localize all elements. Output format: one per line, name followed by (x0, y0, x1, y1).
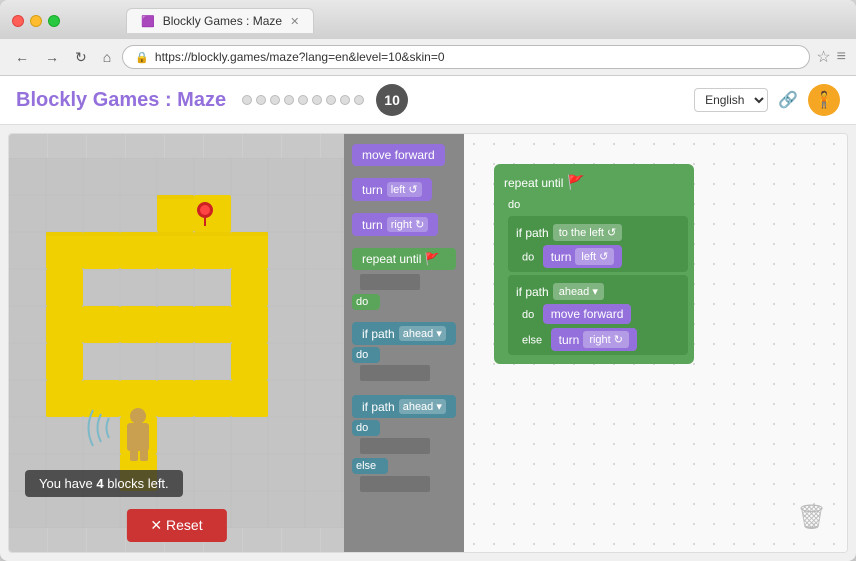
repeat-do-section: do if path to the left ↺ do turn (508, 195, 688, 355)
blocks-count: 4 (96, 476, 103, 491)
move-forward-label: move forward (551, 307, 624, 321)
turn-right-dropdown[interactable]: right ↻ (387, 217, 429, 232)
level-badge: 10 (376, 84, 408, 116)
toolbox-block-turn-right[interactable]: turn right ↻ (352, 213, 438, 236)
bookmark-icon[interactable]: ☆ (816, 47, 830, 67)
maze-panel: You have 4 blocks left. ✕ Reset (9, 134, 344, 552)
level-dot-4 (284, 95, 294, 105)
toolbox-block-move-forward[interactable]: move forward (352, 144, 445, 166)
else-slot (360, 476, 430, 492)
toolbox-repeat-until: repeat until 🚩 do (352, 248, 456, 310)
level-dot-3 (270, 95, 280, 105)
turn-right-else-action[interactable]: turn right ↻ (551, 328, 637, 351)
header-left: Blockly Games : Maze 10 (16, 84, 408, 116)
toolbox-if-path-2: if path ahead ▾ do else (352, 395, 456, 494)
window-controls: 🟪 Blockly Games : Maze ✕ (12, 8, 844, 33)
app-header: Blockly Games : Maze 10 English 🔗 🧍 (0, 76, 856, 125)
toolbox-do-label: do (352, 294, 380, 310)
if-path-ahead-row: if path ahead ▾ (512, 281, 684, 302)
forward-button[interactable]: → (40, 47, 64, 67)
if-do-slot-2 (360, 438, 430, 454)
level-dot-7 (326, 95, 336, 105)
home-button[interactable]: ⌂ (98, 47, 116, 67)
level-dot-8 (340, 95, 350, 105)
toolbox-move-forward: move forward (352, 144, 456, 166)
if-path-dropdown-2[interactable]: ahead ▾ (399, 399, 446, 414)
toolbox-block-repeat[interactable]: repeat until 🚩 (352, 248, 456, 270)
menu-icon[interactable]: ≡ (837, 48, 846, 66)
url-bar[interactable]: 🔒 https://blockly.games/maze?lang=en&lev… (122, 45, 810, 69)
tab-favicon: 🟪 (141, 15, 155, 28)
lock-icon: 🔒 (135, 51, 149, 64)
nav-bar: ← → ↻ ⌂ 🔒 https://blockly.games/maze?lan… (0, 39, 856, 76)
title-bar: 🟪 Blockly Games : Maze ✕ (0, 0, 856, 39)
toolbox-block-turn-left[interactable]: turn left ↺ (352, 178, 432, 201)
workspace-repeat-block: repeat until 🚩 do if path to the left ↺ (494, 164, 694, 364)
toolbox-if-do-label-2: do (352, 420, 380, 436)
move-forward-action[interactable]: move forward (543, 304, 632, 324)
if-do-slot (360, 365, 430, 381)
toolbox-if-do-label: do (352, 347, 380, 363)
tab-close-button[interactable]: ✕ (290, 15, 299, 28)
level-dot-1 (242, 95, 252, 105)
level-dot-5 (298, 95, 308, 105)
tabs-bar: 🟪 Blockly Games : Maze ✕ (126, 8, 314, 33)
refresh-button[interactable]: ↻ (70, 47, 92, 68)
blocks-left-text: You have 4 blocks left. (39, 476, 169, 491)
turn-right-ws-dropdown[interactable]: right ↻ (583, 331, 629, 348)
turn-left-ws-dropdown[interactable]: left ↺ (575, 248, 614, 265)
toolbox-block-if-path-1[interactable]: if path ahead ▾ (352, 322, 456, 345)
turn-left-dropdown[interactable]: left ↺ (387, 182, 422, 197)
if-ahead-else: else turn right ↻ (522, 328, 684, 351)
ahead-dropdown[interactable]: ahead ▾ (553, 283, 604, 300)
if-path-left-block: if path to the left ↺ do turn left ↺ (508, 216, 688, 272)
if-path-ahead-block: if path ahead ▾ do move forward else (508, 275, 688, 355)
repeat-header-row: repeat until 🚩 (500, 172, 688, 193)
toolbox-if-path-1: if path ahead ▾ do (352, 322, 456, 383)
if-path-left-row: if path to the left ↺ (512, 222, 684, 243)
repeat-do-slot (360, 274, 420, 290)
level-dot-6 (312, 95, 322, 105)
level-dot-2 (256, 95, 266, 105)
if-left-do: do turn left ↺ (522, 245, 684, 268)
url-text: https://blockly.games/maze?lang=en&level… (155, 50, 445, 64)
turn-left-action[interactable]: turn left ↺ (543, 245, 623, 268)
language-select[interactable]: English (694, 88, 768, 112)
goal-flag: 🚩 (567, 174, 584, 191)
app-title: Blockly Games : Maze (16, 89, 226, 112)
link-icon[interactable]: 🔗 (778, 90, 798, 110)
level-dots: 10 (242, 84, 408, 116)
main-content: You have 4 blocks left. ✕ Reset move for… (8, 133, 848, 553)
header-right: English 🔗 🧍 (694, 84, 840, 116)
toolbox-else-label: else (352, 458, 388, 474)
toolbox-turn-left: turn left ↺ (352, 178, 456, 201)
blocks-left-badge: You have 4 blocks left. (25, 470, 183, 497)
workspace-panel: repeat until 🚩 do if path to the left ↺ (464, 134, 847, 552)
back-button[interactable]: ← (10, 47, 34, 67)
minimize-dot[interactable] (30, 15, 42, 27)
browser-tab[interactable]: 🟪 Blockly Games : Maze ✕ (126, 8, 314, 33)
close-dot[interactable] (12, 15, 24, 27)
if-path-dropdown-1[interactable]: ahead ▾ (399, 326, 446, 341)
if-ahead-do: do move forward (522, 304, 684, 324)
to-the-left-dropdown[interactable]: to the left ↺ (553, 224, 623, 241)
browser-window: 🟪 Blockly Games : Maze ✕ ← → ↻ ⌂ 🔒 https… (0, 0, 856, 561)
tab-title: Blockly Games : Maze (163, 14, 282, 28)
level-dot-9 (354, 95, 364, 105)
reset-button[interactable]: ✕ Reset (126, 509, 226, 542)
maximize-dot[interactable] (48, 15, 60, 27)
toolbox-panel: move forward turn left ↺ turn right ↻ (344, 134, 464, 552)
reset-button-container: ✕ Reset (126, 509, 226, 542)
toolbox-turn-right: turn right ↻ (352, 213, 456, 236)
toolbox-block-if-path-2[interactable]: if path ahead ▾ (352, 395, 456, 418)
character-avatar[interactable]: 🧍 (808, 84, 840, 116)
trash-icon[interactable]: 🗑 (797, 503, 827, 532)
